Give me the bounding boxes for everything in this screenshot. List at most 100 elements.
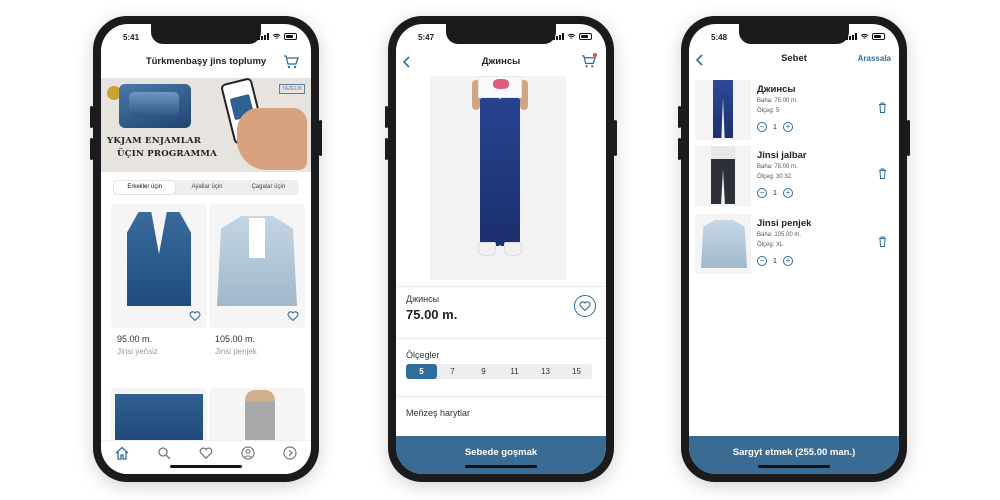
promo-banner[interactable]: TÄZELIK YKJAM ENJAMLAR ÜÇIN PROGRAMMA: [101, 78, 311, 172]
minus-icon[interactable]: −: [757, 122, 767, 132]
phone-frame-cart: 5:48 Sebet Arassala Джинсы Baha: 75.00 m…: [678, 16, 910, 482]
size-option[interactable]: 11: [499, 364, 530, 379]
status-bar: 5:48: [689, 30, 899, 44]
cart-item-name: Джинсы: [757, 84, 796, 95]
product-name: Jinsi ýeňsiz: [117, 347, 158, 356]
cart-item-price: Baha: 75.00 m.: [757, 164, 798, 170]
product-card[interactable]: 95.00 m. Jinsi ýeňsiz: [111, 204, 207, 356]
home-screen: 5:41 Türkmenbaşy jins toplumy TÄZELIK YK…: [101, 24, 311, 474]
plus-icon[interactable]: +: [782, 256, 793, 266]
phone-frame-home: 5:41 Türkmenbaşy jins toplumy TÄZELIK YK…: [90, 16, 322, 482]
cart-button[interactable]: [581, 53, 597, 69]
product-card[interactable]: 105.00 m. Jinsi penjek: [209, 204, 305, 356]
wifi-icon: [272, 33, 281, 39]
status-time: 5:41: [123, 33, 140, 42]
cart-item-image: [695, 146, 751, 206]
home-icon[interactable]: [115, 446, 129, 460]
trash-icon[interactable]: [878, 168, 887, 179]
heart-icon[interactable]: [199, 446, 213, 460]
cart-item-price: Baha: 75.00 m.: [757, 98, 798, 104]
cart-icon[interactable]: [283, 54, 299, 70]
banner-line-1: YKJAM ENJAMLAR: [107, 136, 202, 146]
app-title: Türkmenbaşy jins toplumy: [145, 56, 267, 67]
banner-line-2: ÜÇIN PROGRAMMA: [117, 149, 217, 159]
plus-icon[interactable]: +: [782, 122, 793, 132]
size-option[interactable]: 7: [437, 364, 468, 379]
product-price: 95.00 m.: [117, 334, 153, 344]
cart-item-name: Jinsi penjek: [757, 218, 812, 229]
search-icon[interactable]: [157, 446, 171, 460]
checkout-button[interactable]: Sargyt etmek (255.00 man.): [689, 436, 899, 474]
product-price: 75.00 m.: [406, 307, 458, 322]
home-indicator: [170, 465, 242, 468]
size-option[interactable]: 13: [530, 364, 561, 379]
cart-item[interactable]: Jinsi penjek Baha: 105.00 m. Ölçeg: XL −…: [695, 214, 893, 274]
favorite-button[interactable]: [574, 295, 596, 317]
cart-item[interactable]: Джинсы Baha: 75.00 m. Ölçeg: 5 − 1 +: [695, 80, 893, 140]
category-segmented-control: Erkekler üçin Aýallar üçin Çagalar üçin: [113, 180, 299, 195]
tab-men[interactable]: Erkekler üçin: [114, 181, 176, 194]
cart-item-size: Ölçeg: 30 32: [757, 174, 792, 180]
trash-icon[interactable]: [878, 236, 887, 247]
quantity-value: 1: [773, 189, 777, 197]
product-hero-image[interactable]: [430, 76, 566, 280]
info-icon[interactable]: [283, 446, 297, 460]
size-option[interactable]: 5: [406, 364, 437, 379]
bottom-tab-bar: [101, 440, 311, 474]
heart-icon: [579, 301, 591, 312]
tab-women[interactable]: Aýallar üçin: [176, 180, 237, 195]
product-image: [209, 204, 305, 328]
wifi-icon: [860, 33, 869, 39]
home-indicator: [465, 465, 537, 468]
add-to-cart-button[interactable]: Sebede goşmak: [396, 436, 606, 474]
cart-screen: 5:48 Sebet Arassala Джинсы Baha: 75.00 m…: [689, 24, 899, 474]
plus-icon[interactable]: +: [782, 188, 793, 198]
phone-frame-product: 5:47 Джинсы Джинсы 75.00 m. Ölçegler 5 7…: [385, 16, 617, 482]
cart-item-image: [695, 214, 751, 274]
clear-cart-button[interactable]: Arassala: [858, 50, 891, 68]
heart-icon[interactable]: [287, 310, 299, 322]
cart-item-size: Ölçeg: 5: [757, 108, 780, 114]
trash-icon[interactable]: [878, 102, 887, 113]
sizes-heading: Ölçegler: [406, 350, 440, 360]
status-bar: 5:41: [101, 30, 311, 44]
cart-item-name: Jinsi jalbar: [757, 150, 807, 161]
size-selector: 5 7 9 11 13 15: [406, 364, 592, 379]
page-title: Джинсы: [481, 56, 521, 67]
quantity-stepper: − 1 +: [757, 256, 793, 266]
battery-icon: [284, 33, 297, 40]
product-screen: 5:47 Джинсы Джинсы 75.00 m. Ölçegler 5 7…: [396, 24, 606, 474]
quantity-stepper: − 1 +: [757, 122, 793, 132]
status-time: 5:47: [418, 33, 435, 42]
signal-icon: [846, 33, 857, 40]
banner-jeans-image: [119, 84, 191, 128]
cart-item-size: Ölçeg: XL: [757, 242, 784, 248]
signal-icon: [258, 33, 269, 40]
battery-icon: [872, 33, 885, 40]
battery-icon: [579, 33, 592, 40]
size-option[interactable]: 15: [561, 364, 592, 379]
similar-products-heading: Meňzeş harytlar: [406, 408, 471, 418]
product-image: [111, 204, 207, 328]
minus-icon[interactable]: −: [757, 188, 767, 198]
cart-item-price: Baha: 105.00 m.: [757, 232, 802, 238]
signal-icon: [553, 33, 564, 40]
quantity-stepper: − 1 +: [757, 188, 793, 198]
cart-item[interactable]: Jinsi jalbar Baha: 75.00 m. Ölçeg: 30 32…: [695, 146, 893, 206]
product-price: 105.00 m.: [215, 334, 256, 344]
quantity-value: 1: [773, 257, 777, 265]
heart-icon[interactable]: [189, 310, 201, 322]
status-bar: 5:47: [396, 30, 606, 44]
user-icon[interactable]: [241, 446, 255, 460]
minus-icon[interactable]: −: [757, 256, 767, 266]
app-header: Türkmenbaşy jins toplumy: [101, 50, 311, 74]
product-name: Jinsi penjek: [215, 347, 257, 356]
size-option[interactable]: 9: [468, 364, 499, 379]
tab-kids[interactable]: Çagalar üçin: [238, 180, 299, 195]
home-indicator: [758, 465, 830, 468]
vest-image: [127, 212, 191, 306]
status-time: 5:48: [711, 33, 728, 42]
showcase: 5:41 Türkmenbaşy jins toplumy TÄZELIK YK…: [0, 0, 1000, 500]
wifi-icon: [567, 33, 576, 39]
quantity-value: 1: [773, 123, 777, 131]
